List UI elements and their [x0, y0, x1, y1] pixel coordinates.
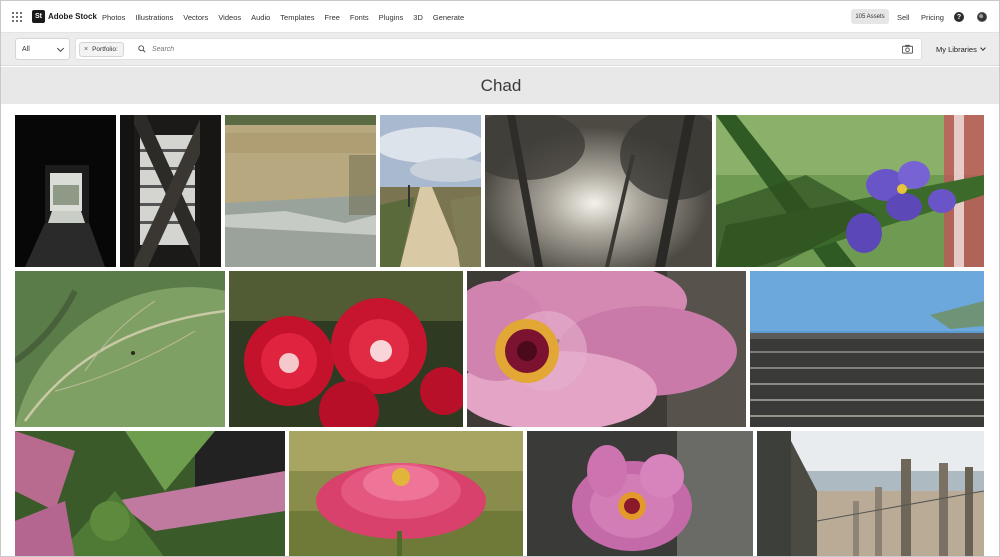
chevron-down-icon	[980, 45, 986, 51]
nav-photos[interactable]: Photos	[102, 13, 125, 22]
close-icon[interactable]: ×	[84, 46, 88, 53]
visual-search-camera-icon[interactable]	[902, 44, 913, 54]
green-pink-plant-photo	[15, 431, 285, 556]
nav-audio[interactable]: Audio	[251, 13, 270, 22]
nav-plugins[interactable]: Plugins	[379, 13, 404, 22]
assets-count-button[interactable]: 105 Assets	[851, 9, 889, 24]
gallery-item[interactable]	[15, 115, 116, 267]
red-roses-photo	[229, 271, 463, 427]
gallery-item[interactable]	[485, 115, 712, 267]
nav-templates[interactable]: Templates	[280, 13, 314, 22]
stock-logo-icon: St	[32, 10, 45, 23]
purple-spiderwort-flower-photo	[716, 115, 984, 267]
gallery-item[interactable]	[15, 271, 225, 427]
covered-bridge-tunnel-photo	[15, 115, 116, 267]
search-input[interactable]	[152, 42, 852, 57]
gallery-item[interactable]	[120, 115, 221, 267]
sell-link[interactable]: Sell	[897, 1, 910, 33]
search-field[interactable]: × Portfolio:	[75, 38, 922, 60]
nav-videos[interactable]: Videos	[218, 13, 241, 22]
pink-dahlia-closeup-photo	[467, 271, 746, 427]
portfolio-title-band: Chad	[1, 67, 999, 104]
pink-dahlia-dark-photo	[527, 431, 753, 556]
marsh-reeds-water-photo	[225, 115, 376, 267]
trees-sun-canopy-photo	[485, 115, 712, 267]
adobe-stock-logo[interactable]: St Adobe Stock	[32, 10, 97, 23]
gallery-item[interactable]	[750, 271, 984, 427]
app-grid-icon[interactable]	[12, 12, 22, 22]
asset-type-select[interactable]: All	[15, 38, 70, 60]
gallery-item[interactable]	[229, 271, 463, 427]
beach-fence-posts-photo	[757, 431, 984, 556]
chevron-down-icon	[56, 44, 65, 53]
pricing-link[interactable]: Pricing	[921, 1, 944, 33]
nav-illustrations[interactable]: Illustrations	[135, 13, 173, 22]
gallery-item[interactable]	[757, 431, 984, 556]
portfolio-filter-chip[interactable]: × Portfolio:	[79, 42, 124, 57]
asset-type-value: All	[22, 45, 30, 53]
gallery-item[interactable]	[289, 431, 523, 556]
page-title: Chad	[480, 75, 522, 95]
nav-3d[interactable]: 3D	[413, 13, 423, 22]
my-libraries-label: My Libraries	[936, 45, 977, 54]
gallery-item[interactable]	[467, 271, 746, 427]
brand-name: Adobe Stock	[48, 12, 97, 21]
gallery-item[interactable]	[15, 431, 285, 556]
avatar[interactable]	[977, 12, 987, 22]
search-bar: All × Portfolio: My Libraries	[1, 33, 999, 66]
roof-shingles-sky-photo	[750, 271, 984, 427]
gallery-item[interactable]	[527, 431, 753, 556]
main-nav-links: Photos Illustrations Vectors Videos Audi…	[102, 1, 474, 33]
gallery-item[interactable]	[225, 115, 376, 267]
sandy-path-dunes-photo	[380, 115, 481, 267]
gallery-item[interactable]	[716, 115, 984, 267]
bridge-timber-truss-photo	[120, 115, 221, 267]
gallery-item[interactable]	[380, 115, 481, 267]
portfolio-chip-label: Portfolio:	[92, 46, 118, 53]
nav-fonts[interactable]: Fonts	[350, 13, 369, 22]
nav-vectors[interactable]: Vectors	[183, 13, 208, 22]
nav-free[interactable]: Free	[324, 13, 339, 22]
my-libraries-dropdown[interactable]: My Libraries	[936, 33, 986, 66]
image-gallery	[1, 104, 999, 556]
top-navigation: St Adobe Stock Photos Illustrations Vect…	[1, 1, 999, 33]
app-window: St Adobe Stock Photos Illustrations Vect…	[0, 0, 1000, 557]
search-icon	[138, 45, 146, 53]
green-leaf-insect-photo	[15, 271, 225, 427]
nav-generate[interactable]: Generate	[433, 13, 464, 22]
help-icon[interactable]: ?	[954, 12, 964, 22]
pink-zinnia-flower-photo	[289, 431, 523, 556]
